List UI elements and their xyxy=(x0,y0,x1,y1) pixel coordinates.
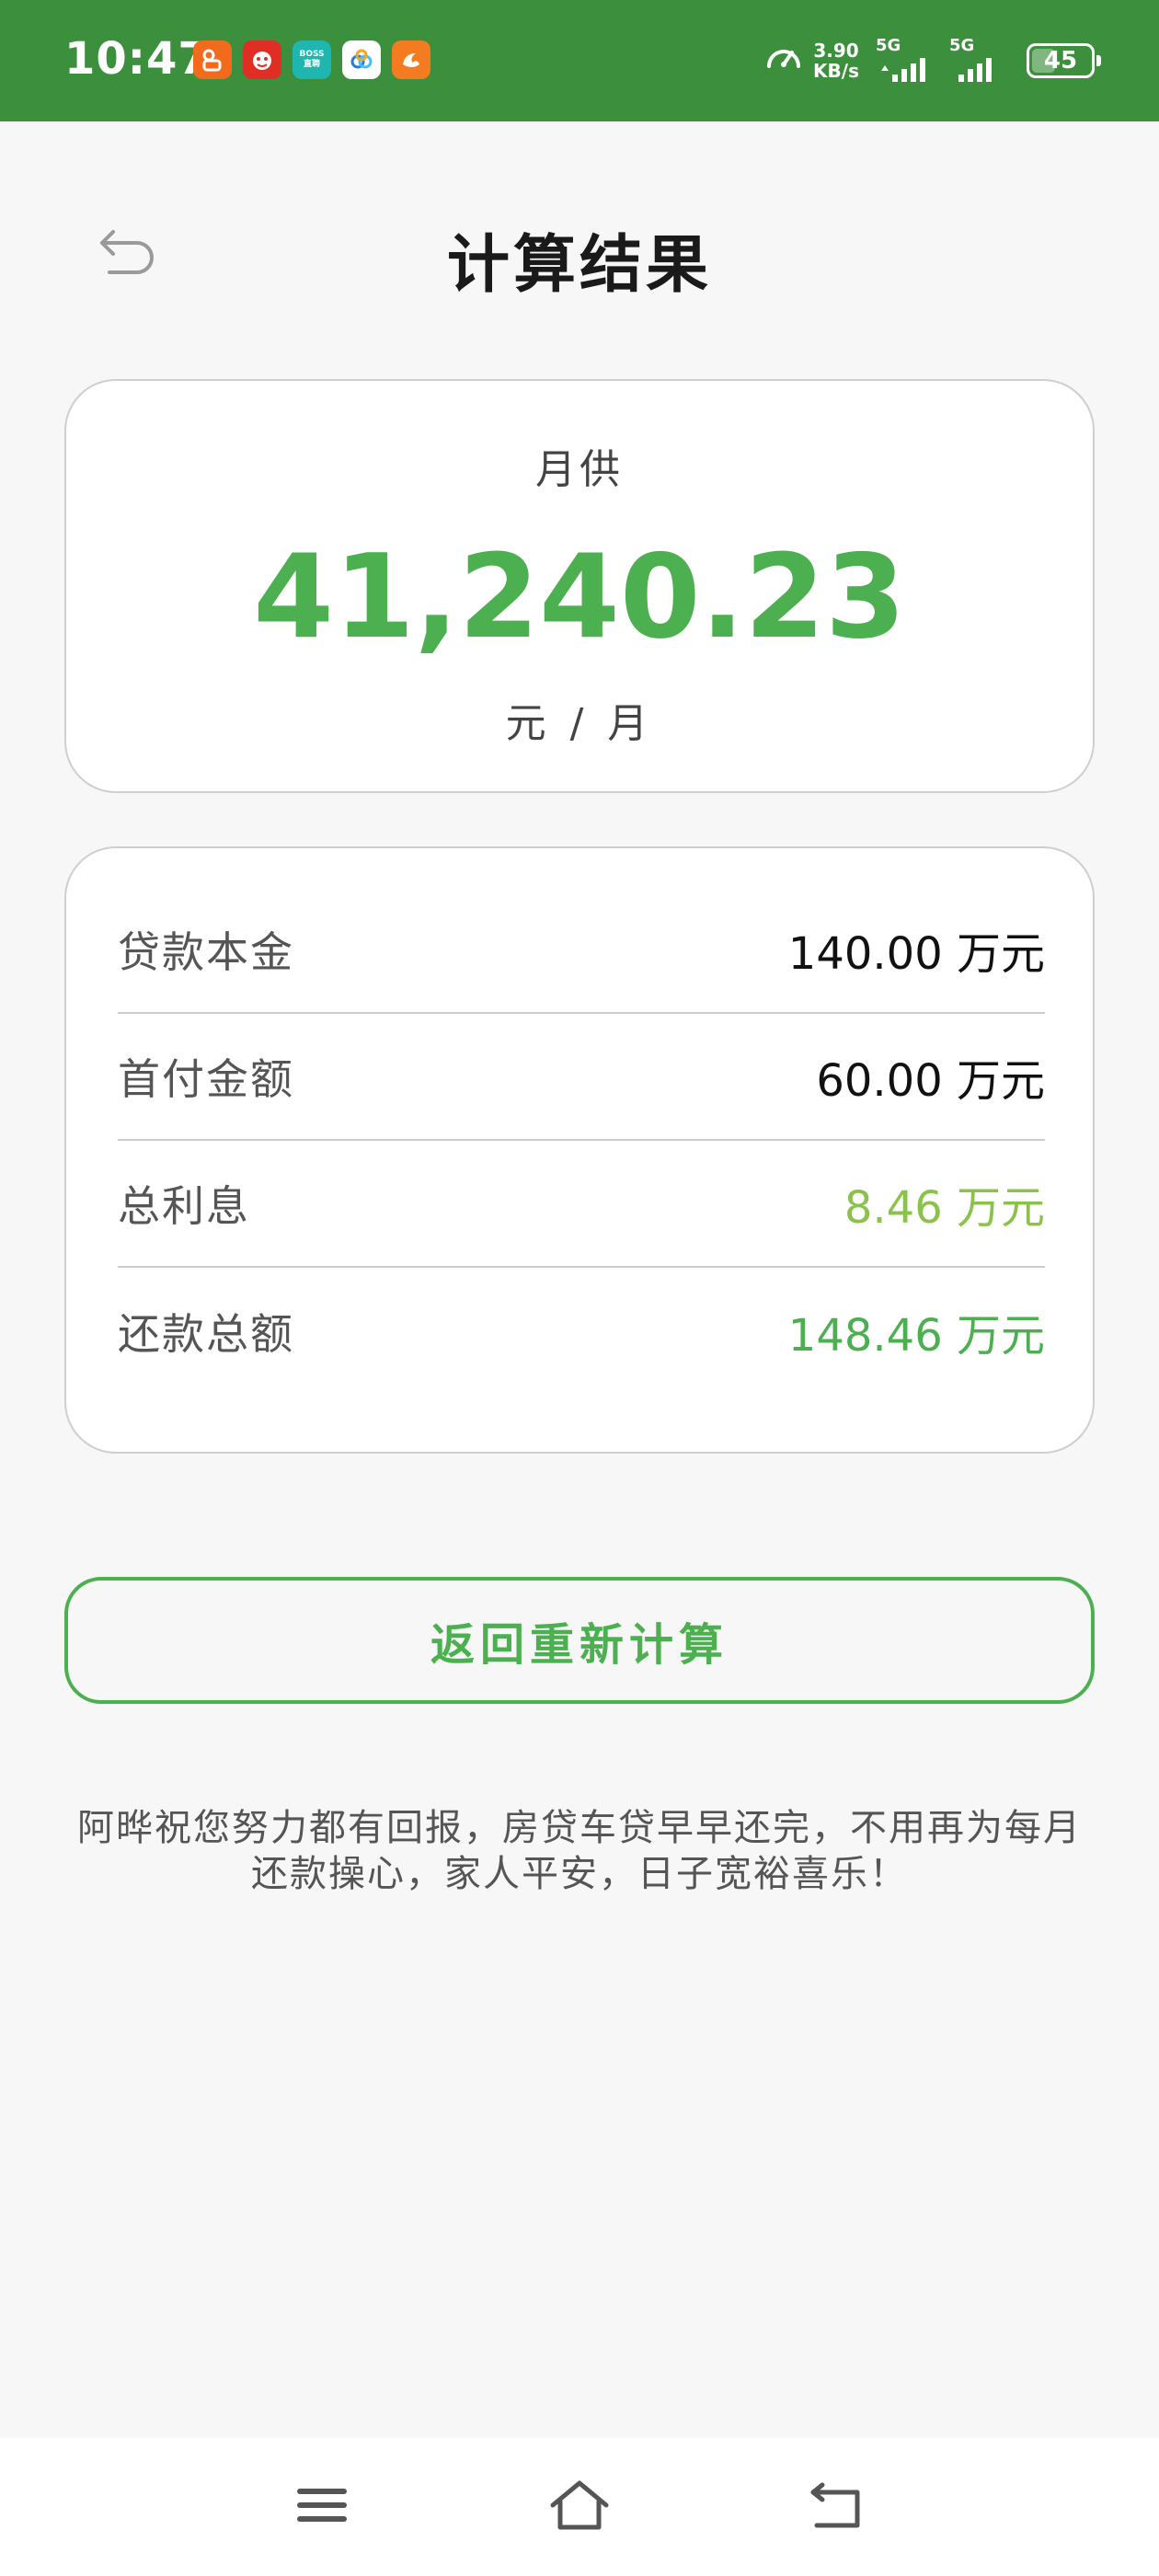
baidu-netdisk-app-icon xyxy=(342,40,381,79)
monthly-payment-unit: 元 / 月 xyxy=(505,700,654,747)
recalculate-button[interactable]: 返回重新计算 xyxy=(64,1577,1095,1704)
network-type-label: 5G xyxy=(949,36,975,55)
network-speed: 3.90 KB/s xyxy=(813,40,859,81)
nav-home-button[interactable] xyxy=(538,2466,621,2548)
network-speed-value: 3.90 xyxy=(813,40,859,62)
status-right: 3.90 KB/s 5G 5G 45 xyxy=(763,35,1101,86)
nav-menu-button[interactable] xyxy=(281,2466,363,2548)
status-bar: 10:47 BOSS 直聘 3.90 KB/s 5G 5G 45 xyxy=(0,0,1159,121)
blessing-text: 阿晔祝您努力都有回报，房贷车贷早早还完，不用再为每月 还款操心，家人平安，日子宽… xyxy=(64,1805,1095,1897)
pinduoduo-app-icon xyxy=(243,40,281,79)
status-time: 10:47 xyxy=(64,33,210,85)
back-icon xyxy=(808,2479,866,2535)
detail-row-down-payment: 首付金额 60.00 万元 xyxy=(118,1014,1045,1141)
detail-value: 140.00 万元 xyxy=(787,928,1045,980)
network-indicator-2: 5G xyxy=(949,36,1008,84)
boss-zhipin-app-icon: BOSS 直聘 xyxy=(293,40,331,79)
monthly-payment-amount: 41,240.23 xyxy=(253,529,906,664)
detail-label: 还款总额 xyxy=(118,1309,294,1359)
detail-label: 贷款本金 xyxy=(118,927,294,977)
system-navigation-bar xyxy=(0,2438,1159,2576)
home-icon xyxy=(547,2478,612,2536)
battery-icon: 45 xyxy=(1027,43,1101,78)
detail-label: 首付金额 xyxy=(118,1054,294,1104)
loan-details-card: 贷款本金 140.00 万元 首付金额 60.00 万元 总利息 8.46 万元… xyxy=(64,846,1095,1454)
signal-bars-icon xyxy=(881,58,925,82)
network-type-label: 5G xyxy=(876,36,901,55)
battery-level: 45 xyxy=(1043,47,1078,75)
battery-cap xyxy=(1096,55,1101,66)
blessing-line-1: 阿晔祝您努力都有回报，房贷车贷早早还完，不用再为每月 xyxy=(77,1807,1082,1849)
detail-row-principal: 贷款本金 140.00 万元 xyxy=(118,887,1045,1014)
detail-label: 总利息 xyxy=(118,1181,250,1231)
speedometer-icon xyxy=(763,39,804,83)
monthly-payment-label: 月供 xyxy=(535,446,624,493)
uc-browser-app-icon xyxy=(392,40,430,79)
nav-back-button[interactable] xyxy=(796,2466,878,2548)
kuaishou-app-icon xyxy=(193,40,232,79)
detail-row-total-interest: 总利息 8.46 万元 xyxy=(118,1141,1045,1268)
detail-value: 60.00 万元 xyxy=(816,1055,1045,1107)
blessing-line-2: 还款操心，家人平安，日子宽裕喜乐！ xyxy=(251,1853,908,1895)
page-title: 计算结果 xyxy=(446,229,712,302)
network-indicator-1: 5G xyxy=(876,36,935,84)
menu-icon xyxy=(294,2482,350,2532)
network-speed-unit: KB/s xyxy=(813,60,859,82)
notification-app-icons: BOSS 直聘 xyxy=(193,40,442,79)
signal-bars-icon xyxy=(958,58,992,82)
detail-value: 148.46 万元 xyxy=(787,1310,1045,1362)
monthly-payment-card: 月供 41,240.23 元 / 月 xyxy=(64,379,1095,793)
detail-value: 8.46 万元 xyxy=(843,1182,1045,1234)
detail-row-total-repayment: 还款总额 148.46 万元 xyxy=(118,1268,1045,1395)
